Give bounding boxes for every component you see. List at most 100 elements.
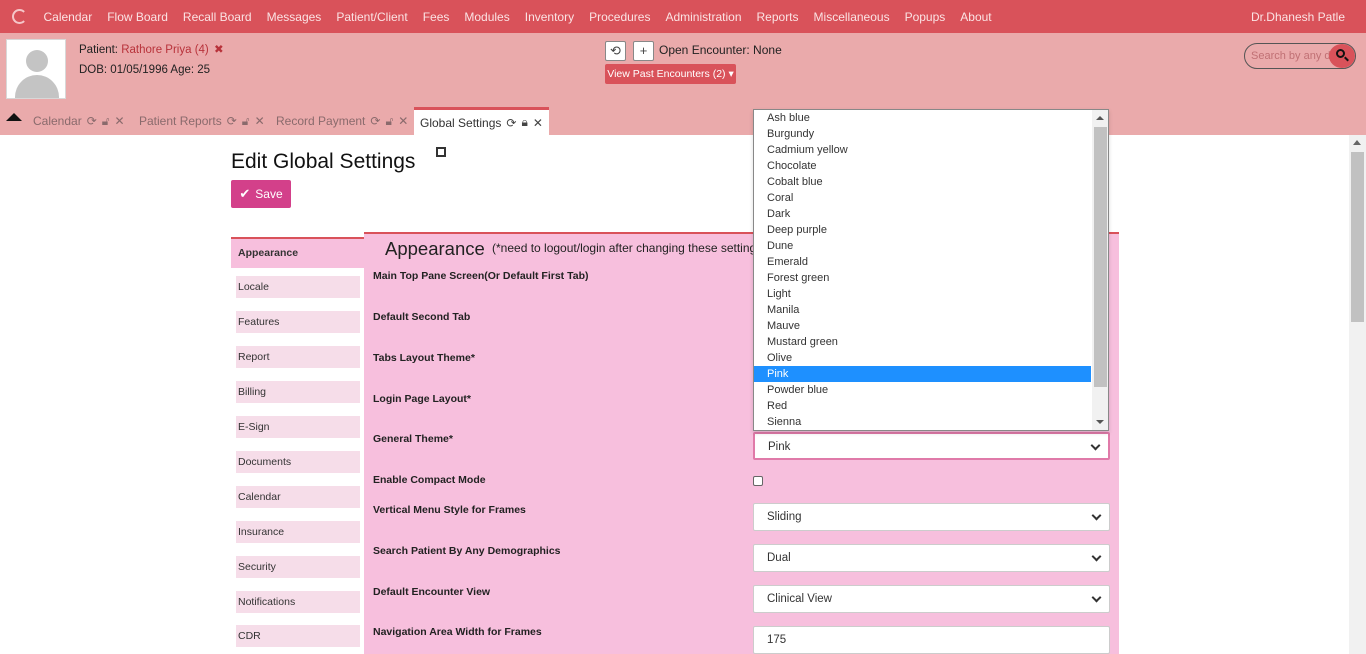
theme-option[interactable]: Cobalt blue — [754, 174, 1091, 190]
scroll-down-icon[interactable] — [1096, 420, 1104, 424]
settings-sidebar: Appearance Locale Features Report Billin… — [231, 235, 364, 654]
theme-option-selected[interactable]: Pink — [754, 366, 1091, 382]
theme-option[interactable]: Dune — [754, 238, 1091, 254]
sidebar-item-locale[interactable]: Locale — [236, 276, 360, 298]
sidebar-item-security[interactable]: Security — [236, 556, 360, 578]
collapse-header-icon[interactable] — [6, 113, 22, 121]
view-past-encounters-button[interactable]: View Past Encounters (2) ▾ — [605, 64, 736, 84]
theme-option[interactable]: Chocolate — [754, 158, 1091, 174]
sidebar-item-notifications[interactable]: Notifications — [236, 591, 360, 613]
theme-option[interactable]: Ash blue — [754, 110, 1091, 126]
menu-flow-board[interactable]: Flow Board — [100, 10, 176, 24]
user-menu[interactable]: Dr.Dhanesh Patle — [1251, 10, 1345, 24]
theme-option[interactable]: Light — [754, 286, 1091, 302]
page-scrollbar[interactable] — [1349, 135, 1366, 654]
close-icon[interactable]: ✕ — [533, 116, 543, 130]
vertical-menu-style-label: Vertical Menu Style for Frames — [373, 504, 526, 516]
theme-option[interactable]: Dark — [754, 206, 1091, 222]
compact-mode-checkbox[interactable] — [753, 476, 763, 486]
sidebar-item-cdr[interactable]: CDR — [236, 625, 360, 647]
search-input[interactable]: Search by any de — [1251, 50, 1337, 62]
theme-option[interactable]: Mauve — [754, 318, 1091, 334]
menu-popups[interactable]: Popups — [897, 10, 953, 24]
sidebar-item-appearance[interactable]: Appearance — [231, 237, 364, 268]
unlock-icon[interactable]: 🔓︎ — [242, 114, 250, 129]
theme-option[interactable]: Sienna — [754, 414, 1091, 430]
theme-option[interactable]: Powder blue — [754, 382, 1091, 398]
theme-option[interactable]: Mustard green — [754, 334, 1091, 350]
unlock-icon[interactable]: 🔓︎ — [102, 114, 110, 129]
avatar[interactable] — [6, 39, 66, 99]
sidebar-item-report[interactable]: Report — [236, 346, 360, 368]
login-page-layout-label: Login Page Layout* — [373, 393, 472, 405]
app-logo-icon[interactable] — [12, 9, 27, 24]
lock-icon[interactable]: 🔒︎ — [521, 115, 527, 130]
tab-calendar[interactable]: Calendar ⟳ 🔓︎ ✕ — [33, 112, 125, 130]
sidebar-item-esign[interactable]: E-Sign — [236, 416, 360, 438]
menu-fees[interactable]: Fees — [415, 10, 457, 24]
scroll-thumb[interactable] — [1094, 127, 1107, 387]
menu-modules[interactable]: Modules — [457, 10, 517, 24]
menu-administration[interactable]: Administration — [658, 10, 749, 24]
scroll-up-icon[interactable] — [1096, 116, 1104, 120]
tab-record-payment[interactable]: Record Payment ⟳ 🔓︎ ✕ — [276, 112, 408, 130]
patient-header: Patient: Rathore Priya (4) ✖ DOB: 01/05/… — [0, 33, 1366, 107]
vertical-menu-style-select[interactable]: Sliding — [753, 503, 1110, 531]
patient-search[interactable]: Search by any de — [1244, 43, 1356, 69]
dropdown-scrollbar[interactable] — [1092, 110, 1108, 430]
expand-icon[interactable] — [436, 147, 446, 157]
menu-about[interactable]: About — [953, 10, 999, 24]
refresh-icon[interactable]: ⟳ — [227, 114, 237, 128]
refresh-icon[interactable]: ⟳ — [506, 116, 516, 130]
theme-option[interactable]: Forest green — [754, 270, 1091, 286]
theme-option[interactable]: Olive — [754, 350, 1091, 366]
patient-name[interactable]: Rathore Priya (4) — [121, 44, 209, 56]
close-icon[interactable]: ✕ — [115, 114, 125, 128]
refresh-icon[interactable]: ⟳ — [87, 114, 97, 128]
encounter-view-value: Clinical View — [767, 593, 832, 605]
sidebar-item-billing[interactable]: Billing — [236, 381, 360, 403]
menu-reports[interactable]: Reports — [749, 10, 806, 24]
scroll-up-icon[interactable] — [1353, 140, 1361, 145]
history-icon[interactable]: ⟲ — [605, 41, 626, 61]
theme-option[interactable]: Cadmium yellow — [754, 142, 1091, 158]
save-button[interactable]: ✔ Save — [231, 180, 291, 208]
add-encounter-icon[interactable]: + — [633, 41, 654, 61]
menu-patient-client[interactable]: Patient/Client — [329, 10, 415, 24]
main-top-pane-label: Main Top Pane Screen(Or Default First Ta… — [373, 270, 589, 282]
default-second-tab-label: Default Second Tab — [373, 311, 471, 323]
menu-messages[interactable]: Messages — [259, 10, 329, 24]
encounter-view-select[interactable]: Clinical View — [753, 585, 1110, 613]
theme-option[interactable]: Coral — [754, 190, 1091, 206]
close-icon[interactable]: ✕ — [398, 114, 408, 128]
tab-global-settings[interactable]: Global Settings ⟳ 🔒︎ ✕ — [414, 107, 549, 135]
theme-option[interactable]: Emerald — [754, 254, 1091, 270]
top-navbar: Calendar Flow Board Recall Board Message… — [0, 0, 1366, 33]
theme-option[interactable]: Manila — [754, 302, 1091, 318]
sidebar-item-features[interactable]: Features — [236, 311, 360, 333]
theme-dropdown-list[interactable]: Ash blue Burgundy Cadmium yellow Chocola… — [753, 109, 1109, 431]
menu-procedures[interactable]: Procedures — [582, 10, 658, 24]
refresh-icon[interactable]: ⟳ — [370, 114, 380, 128]
close-patient-icon[interactable]: ✖ — [214, 44, 224, 56]
search-patient-select[interactable]: Dual — [753, 544, 1110, 572]
menu-miscellaneous[interactable]: Miscellaneous — [806, 10, 897, 24]
general-theme-select[interactable]: Pink — [753, 432, 1110, 460]
menu-calendar[interactable]: Calendar — [36, 10, 100, 24]
sidebar-item-calendar[interactable]: Calendar — [236, 486, 360, 508]
scroll-thumb[interactable] — [1351, 152, 1364, 322]
close-icon[interactable]: ✕ — [255, 114, 265, 128]
theme-option[interactable]: Burgundy — [754, 126, 1091, 142]
tab-patient-reports[interactable]: Patient Reports ⟳ 🔓︎ ✕ — [139, 112, 265, 130]
nav-width-input[interactable]: 175 — [753, 626, 1110, 654]
save-label: Save — [255, 187, 283, 201]
sidebar-item-documents[interactable]: Documents — [236, 451, 360, 473]
patient-label: Patient: — [79, 44, 118, 56]
sidebar-item-insurance[interactable]: Insurance — [236, 521, 360, 543]
menu-recall-board[interactable]: Recall Board — [175, 10, 259, 24]
theme-option[interactable]: Red — [754, 398, 1091, 414]
search-icon[interactable] — [1329, 44, 1355, 68]
menu-inventory[interactable]: Inventory — [517, 10, 581, 24]
unlock-icon[interactable]: 🔓︎ — [385, 114, 393, 129]
theme-option[interactable]: Deep purple — [754, 222, 1091, 238]
